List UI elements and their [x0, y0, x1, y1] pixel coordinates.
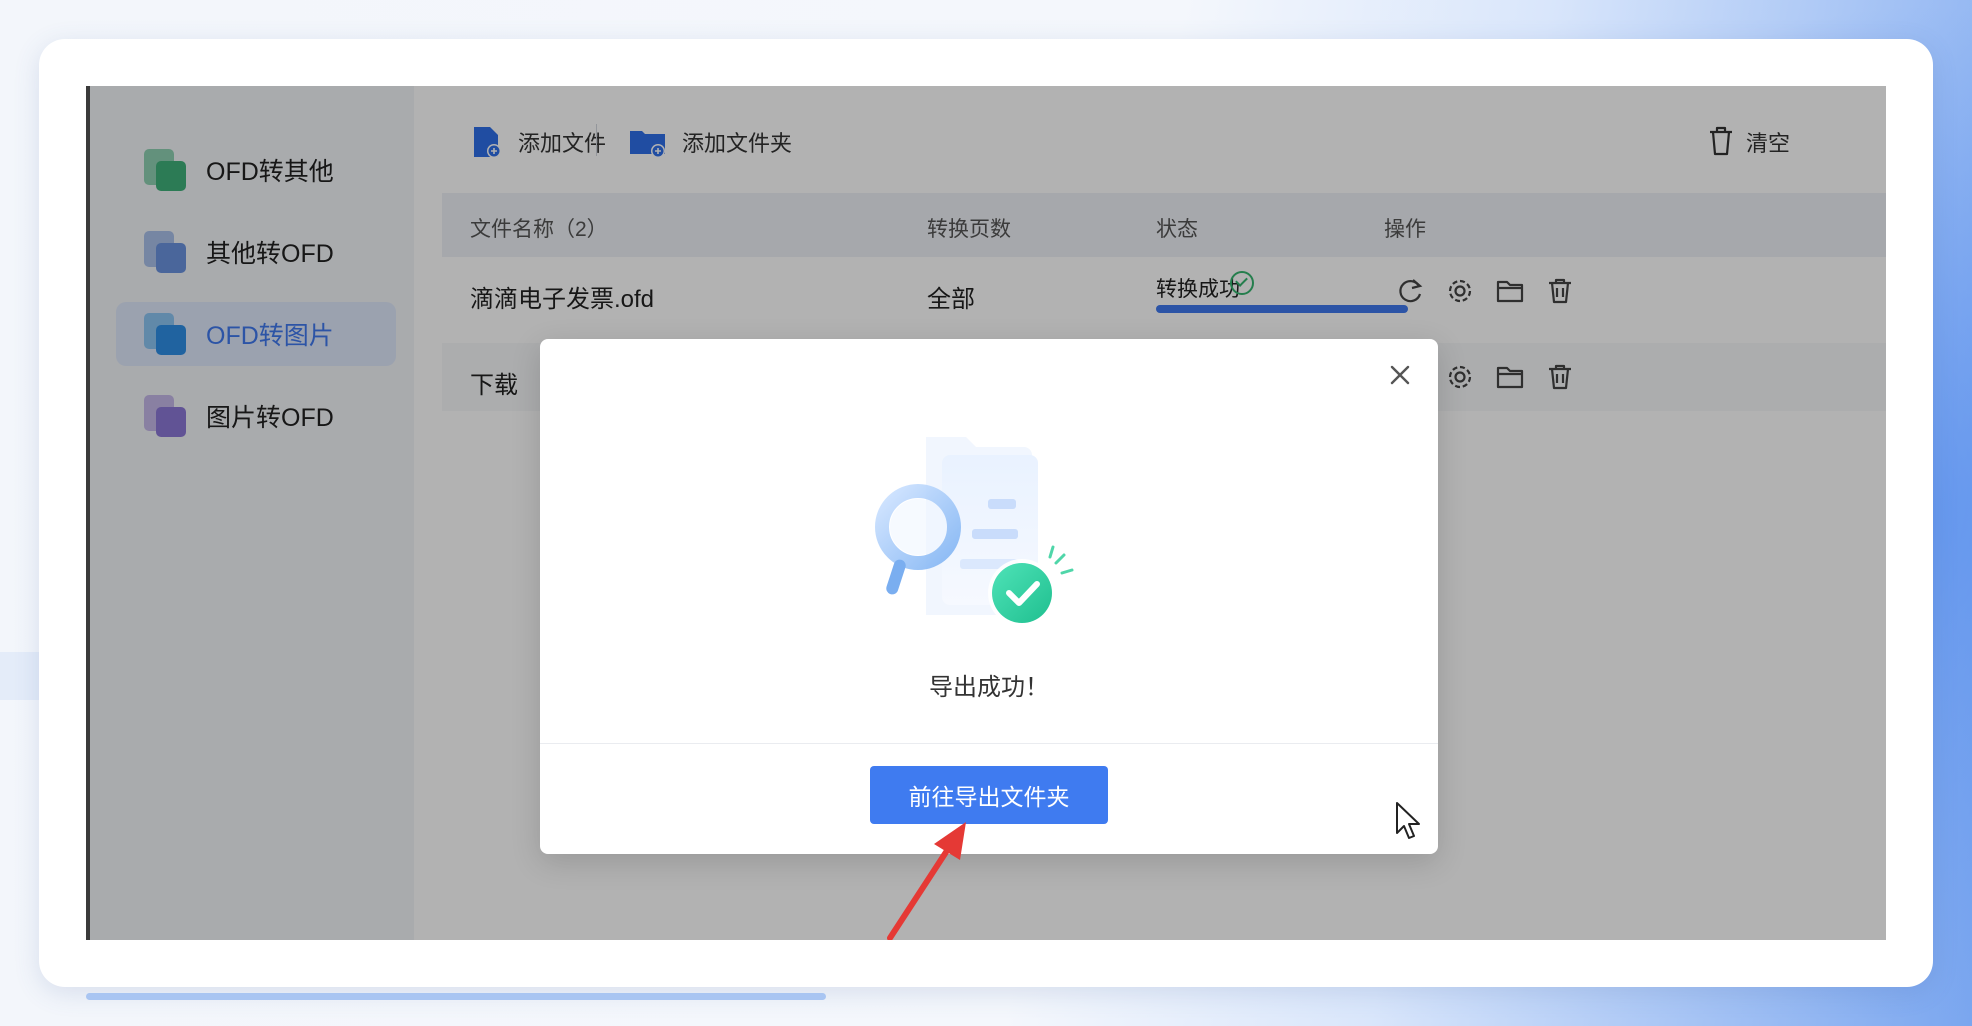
export-success-message: 导出成功！ — [929, 674, 1049, 701]
window-edge — [86, 86, 90, 940]
dialog-divider — [540, 743, 1438, 744]
card-underline — [86, 993, 826, 1000]
mouse-pointer-icon — [1394, 801, 1424, 846]
export-success-dialog: 导出成功！ 前往导出文件夹 — [540, 339, 1438, 854]
close-icon[interactable] — [1384, 359, 1416, 391]
red-arrow-annotation — [870, 810, 980, 945]
export-success-illustration — [864, 431, 1114, 641]
